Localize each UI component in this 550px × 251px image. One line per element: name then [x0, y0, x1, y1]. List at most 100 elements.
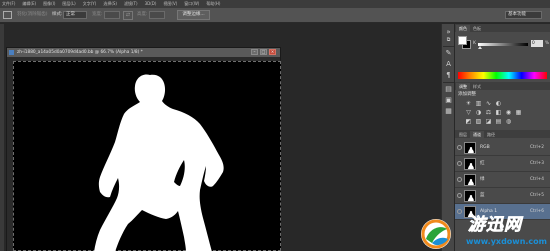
- brightness-icon[interactable]: ☀: [465, 100, 472, 107]
- workspace-select[interactable]: 基本功能: [505, 11, 542, 19]
- visibility-eye-icon[interactable]: [457, 177, 462, 182]
- paragraph-icon[interactable]: ¶: [444, 71, 453, 80]
- character-icon[interactable]: A: [444, 60, 453, 69]
- style-select[interactable]: 正常: [63, 11, 87, 19]
- channel-row[interactable]: 红 Ctrl+3: [455, 156, 550, 172]
- menu-item[interactable]: 文件(F): [2, 1, 15, 7]
- panel-tab[interactable]: 通道: [470, 131, 484, 138]
- visibility-eye-icon[interactable]: [457, 145, 462, 150]
- color-panel-tabs: 颜色 色板: [455, 24, 550, 32]
- color-spectrum[interactable]: [458, 72, 547, 79]
- workspace-select-value: 基本功能: [508, 12, 526, 17]
- photo-filter-icon[interactable]: ◉: [505, 109, 512, 116]
- channel-mixer-icon[interactable]: ▦: [515, 109, 522, 116]
- invert-icon[interactable]: ◩: [465, 118, 472, 125]
- panel-tab[interactable]: 图层: [456, 131, 470, 138]
- canvas-area[interactable]: [7, 57, 281, 251]
- vibrance-icon[interactable]: ▽: [465, 109, 472, 116]
- channel-shortcut: Ctrl+5: [530, 193, 544, 198]
- panel-tab[interactable]: 颜色: [456, 25, 470, 32]
- channel-shortcut: Ctrl+4: [530, 177, 544, 182]
- curves-icon[interactable]: ∿: [485, 100, 492, 107]
- player-silhouette-image: [94, 74, 224, 251]
- refine-edge-button[interactable]: 调整边缘...: [177, 10, 210, 20]
- menu-item[interactable]: 图像(I): [43, 1, 55, 7]
- hue-saturation-icon[interactable]: ◑: [475, 109, 482, 116]
- menu-item[interactable]: 选择(S): [103, 1, 117, 7]
- site-logo: [421, 219, 451, 249]
- minimize-button[interactable]: –: [251, 49, 258, 55]
- marquee-tool-icon[interactable]: [3, 11, 12, 19]
- options-bar: 羽化(消除锯齿) 样式: 正常 宽度: ⇄ 高度: 调整边缘... 基本功能: [0, 8, 550, 23]
- channel-name: 蓝: [480, 193, 485, 198]
- k-slider[interactable]: [478, 43, 528, 46]
- style-label: 样式:: [52, 12, 63, 17]
- color-balance-icon[interactable]: ⚖: [485, 109, 492, 116]
- channel-shortcut: Ctrl+2: [530, 145, 544, 150]
- feather-label: 羽化(消除锯齿): [17, 12, 48, 17]
- menu-item[interactable]: 3D(D): [145, 1, 157, 7]
- swap-icon[interactable]: ⇄: [123, 11, 133, 20]
- panel-tab[interactable]: 调整: [456, 83, 470, 90]
- channel-shortcut: Ctrl+3: [530, 161, 544, 166]
- posterize-icon[interactable]: ▨: [475, 118, 482, 125]
- height-field[interactable]: [149, 11, 165, 19]
- close-button[interactable]: ×: [269, 49, 276, 55]
- menu-bar: 文件(F) 编辑(E) 图像(I) 图层(L) 文字(Y) 选择(S) 滤镜(T) 3D(D)…: [0, 0, 550, 8]
- panel-tab[interactable]: 样式: [470, 83, 484, 90]
- channel-name: 绿: [480, 177, 485, 182]
- menu-item[interactable]: 视图(V): [163, 1, 177, 7]
- alpha-channel-canvas[interactable]: [13, 61, 281, 251]
- threshold-icon[interactable]: ◪: [485, 118, 492, 125]
- channel-name: 红: [480, 161, 485, 166]
- tools-panel-edge: [0, 24, 4, 251]
- channel-thumbnail: [464, 142, 476, 154]
- visibility-eye-icon[interactable]: [457, 193, 462, 198]
- levels-icon[interactable]: ▥: [475, 100, 482, 107]
- adjustments-panel: 调整 样式 添加调整 ☀ ▥ ∿ ◐ ▽ ◑ ⚖ ◧ ◉ ▦ ◩ ▨ ◪ ▤ ◍: [455, 82, 550, 128]
- channel-row[interactable]: RGB Ctrl+2: [455, 140, 550, 156]
- menu-item[interactable]: 窗口(W): [184, 1, 199, 7]
- style-select-value: 正常: [66, 12, 75, 17]
- site-watermark: 游迅网 www.yxdown.com: [418, 214, 550, 251]
- menu-item[interactable]: 帮助(H): [206, 1, 220, 7]
- document-icon: [9, 50, 14, 55]
- menu-item[interactable]: 图层(L): [62, 1, 75, 7]
- channel-row[interactable]: 蓝 Ctrl+5: [455, 188, 550, 204]
- brush-preset-icon[interactable]: ✎: [444, 49, 453, 58]
- menu-item[interactable]: 文字(Y): [83, 1, 97, 7]
- document-window: zh-i1880_a14a05d0a0709d4ad0.bb @ 66.7% (…: [6, 47, 281, 251]
- channel-thumbnail: [464, 174, 476, 186]
- channel-row[interactable]: 绿 Ctrl+4: [455, 172, 550, 188]
- gradient-map-icon[interactable]: ▤: [495, 118, 502, 125]
- k-unit: %: [545, 41, 550, 46]
- exposure-icon[interactable]: ◐: [495, 100, 502, 107]
- k-slider-thumb[interactable]: [478, 46, 482, 49]
- channels-panel-tabs: 图层 通道 路径: [455, 130, 550, 138]
- adjustments-title: 添加调整: [458, 92, 476, 97]
- panel-tab[interactable]: 路径: [484, 131, 498, 138]
- properties-icon[interactable]: ▣: [444, 96, 453, 105]
- foreground-color-swatch[interactable]: [458, 36, 467, 45]
- width-label: 宽度:: [92, 12, 103, 17]
- maximize-button[interactable]: □: [260, 49, 267, 55]
- swatches-icon[interactable]: ▦: [444, 107, 453, 116]
- width-field[interactable]: [104, 11, 120, 19]
- channel-name: RGB: [480, 145, 490, 150]
- black-white-icon[interactable]: ◧: [495, 109, 502, 116]
- adjustments-panel-tabs: 调整 样式: [455, 82, 550, 90]
- layer-comps-icon[interactable]: ▤: [444, 85, 453, 94]
- height-label: 高度:: [137, 12, 148, 17]
- history-icon[interactable]: ⧉: [444, 36, 453, 45]
- k-value-field[interactable]: 0: [531, 40, 543, 47]
- watermark-url: www.yxdown.com: [466, 237, 547, 246]
- document-title: zh-i1880_a14a05d0a0709d4ad0.bb @ 66.7% (…: [17, 50, 143, 55]
- channel-thumbnail: [464, 190, 476, 202]
- menu-item[interactable]: 编辑(E): [22, 1, 36, 7]
- document-titlebar[interactable]: zh-i1880_a14a05d0a0709d4ad0.bb @ 66.7% (…: [7, 48, 280, 57]
- watermark-title: 游迅网: [468, 215, 522, 236]
- selective-color-icon[interactable]: ◍: [505, 118, 512, 125]
- menu-item[interactable]: 滤镜(T): [124, 1, 138, 7]
- visibility-eye-icon[interactable]: [457, 161, 462, 166]
- panel-tab[interactable]: 色板: [470, 25, 484, 32]
